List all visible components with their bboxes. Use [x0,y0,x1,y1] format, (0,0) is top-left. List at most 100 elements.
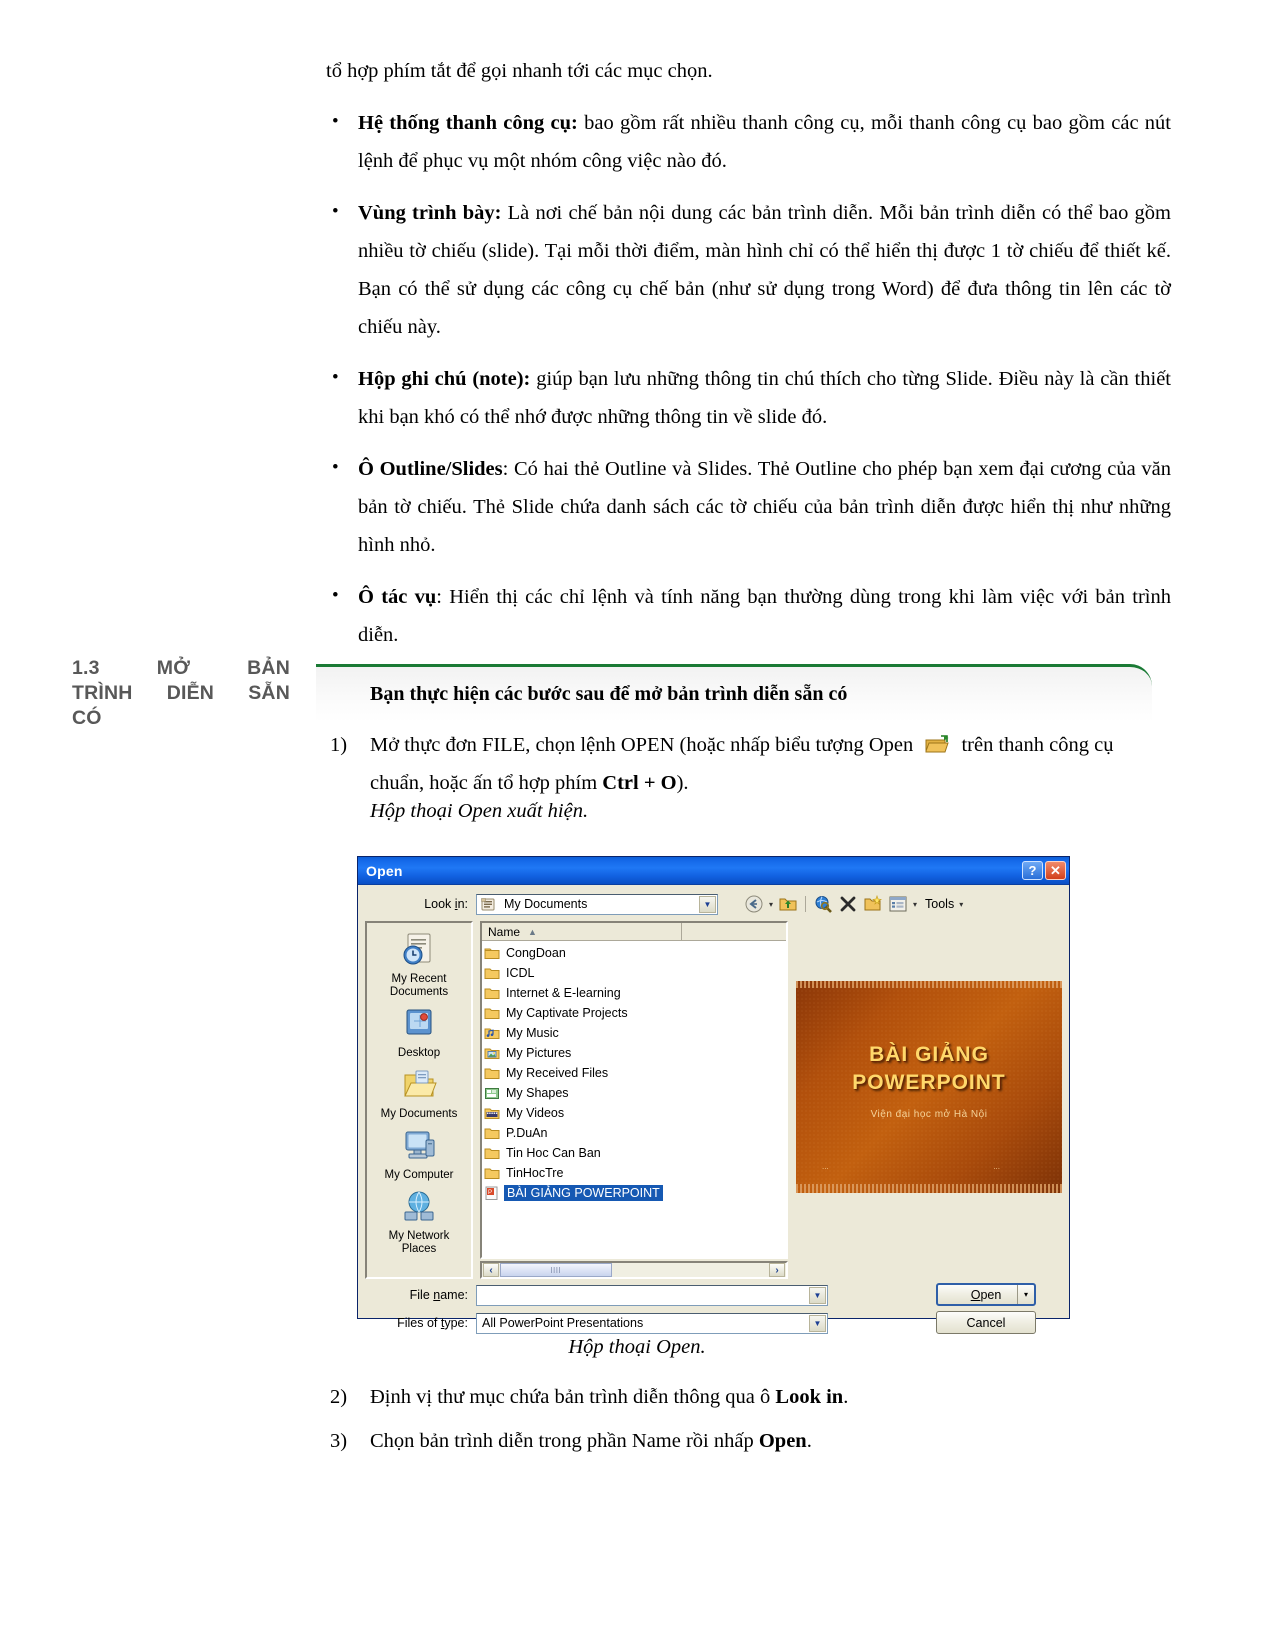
body-text-block: tổ hợp phím tắt để gọi nhanh tới các mục… [326,52,1171,668]
step-item: 2) Định vị thư mục chứa bản trình diễn th… [326,1378,1171,1416]
step-number: 1) [330,734,348,756]
slide-title-line1: BÀI GIẢNG [869,1043,989,1066]
close-button[interactable]: ✕ [1045,861,1066,880]
cancel-button[interactable]: Cancel [936,1311,1036,1334]
look-in-row: Look in: My Documents ▼ [358,891,1071,917]
powerpoint-file-icon: P [484,1186,500,1200]
desktop-icon [398,1009,440,1046]
open-split-caret-icon[interactable]: ▾ [1017,1285,1034,1304]
step-text-tail: ). [676,772,689,794]
file-row-icdl[interactable]: ICDL [484,963,786,983]
file-list-horizontal-scrollbar[interactable]: ‹ llll › [480,1261,788,1279]
shapes-folder-icon [484,1086,500,1100]
file-list[interactable]: Name ▲ CongDoan ICDL Internet & E-learni… [480,921,788,1259]
section-heading-line1: 1.3 MỞ BẢN [72,656,290,681]
file-row-my-pictures[interactable]: My Pictures [484,1043,786,1063]
place-item-desktop[interactable]: Desktop [367,1005,471,1060]
place-item-my-computer[interactable]: My Computer [367,1127,471,1182]
dialog-titlebar[interactable]: Open ? ✕ [358,857,1069,885]
file-row-my-music[interactable]: My Music [484,1023,786,1043]
places-bar: My Recent Documents Desktop My Documents [365,921,473,1279]
file-list-rows: CongDoan ICDL Internet & E-learning My C… [482,941,786,1203]
step-text-tail: . [806,1430,812,1452]
file-type-combobox[interactable]: All PowerPoint Presentations ▼ [476,1312,828,1334]
column-header-blank[interactable] [682,923,785,941]
file-row-pduan[interactable]: P.DuAn [484,1123,786,1143]
file-row-my-shapes[interactable]: My Shapes [484,1083,786,1103]
file-name: My Music [506,1026,559,1040]
file-row-tin-hoc-can-ban[interactable]: Tin Hoc Can Ban [484,1143,786,1163]
chevron-down-icon[interactable]: ▼ [809,1314,826,1332]
back-dropdown-caret-icon[interactable]: ▾ [769,900,773,909]
file-name: My Captivate Projects [506,1006,628,1020]
file-name: CongDoan [506,946,566,960]
my-computer-icon [398,1131,440,1168]
place-label-line1: Desktop [397,1047,441,1059]
place-item-my-recent-documents[interactable]: My Recent Documents [367,931,471,999]
scroll-left-button[interactable]: ‹ [483,1263,499,1277]
place-item-my-documents[interactable]: My Documents [367,1066,471,1121]
file-name-row: File name: ▼ [358,1283,828,1307]
up-one-level-icon[interactable] [778,894,798,914]
look-in-label-post: n: [457,897,468,911]
step-number: 2) [330,1386,348,1408]
section-number: 1.3 [72,657,100,679]
file-row-congdoan[interactable]: CongDoan [484,943,786,963]
slide-subtitle: Viện đại học mở Hà Nội [870,1109,988,1120]
open-button-label: Open [971,1288,1002,1302]
bullet-term: Hộp ghi chú (note): [358,368,531,390]
step-shortcut: Ctrl + O [602,772,677,794]
views-icon[interactable] [888,894,908,914]
section-title-word: BẢN [247,657,290,679]
chevron-down-icon[interactable]: ▼ [809,1286,826,1304]
scroll-right-button[interactable]: › [769,1263,785,1277]
tools-dropdown-caret-icon[interactable]: ▾ [959,900,963,909]
search-web-icon[interactable] [813,894,833,914]
file-row-internet-elearning[interactable]: Internet & E-learning [484,983,786,1003]
file-name: BÀI GIẢNG POWERPOINT [504,1185,663,1201]
chevron-down-icon[interactable]: ▼ [699,895,716,913]
folder-icon [484,1126,500,1140]
file-name-input[interactable]: ▼ [476,1284,828,1306]
file-row-bai-giang-powerpoint[interactable]: P BÀI GIẢNG POWERPOINT [484,1183,786,1203]
views-dropdown-caret-icon[interactable]: ▾ [913,900,917,909]
open-button[interactable]: Open ▾ [936,1283,1036,1306]
file-row-my-captivate-projects[interactable]: My Captivate Projects [484,1003,786,1023]
file-row-my-videos[interactable]: My Videos [484,1103,786,1123]
my-documents-icon [481,897,496,911]
preview-pane: BÀI GIẢNG POWERPOINT Viện đại học mở Hà … [796,955,1062,1225]
file-list-header: Name ▲ [482,923,786,941]
my-network-places-icon [398,1191,440,1229]
back-navigate-icon[interactable] [744,894,764,914]
list-item: Hộp ghi chú (note): giúp bạn lưu những t… [326,359,1171,436]
tools-menu-label[interactable]: Tools [925,897,954,911]
place-item-my-network-places[interactable]: My Network Places [367,1188,471,1256]
file-name: My Videos [506,1106,565,1120]
svg-text:P: P [488,1190,492,1196]
file-row-tinhoctre[interactable]: TinHocTre [484,1163,786,1183]
look-in-combobox[interactable]: My Documents ▼ [476,893,718,915]
column-header-name[interactable]: Name ▲ [482,923,682,941]
slide-bottom-band [796,1184,1062,1193]
file-name: TinHocTre [506,1166,564,1180]
step-text-pre: Chọn bản trình diễn trong phần Name rồi … [370,1430,759,1452]
slide-preview: BÀI GIẢNG POWERPOINT Viện đại học mở Hà … [796,981,1062,1193]
look-in-value: My Documents [504,897,588,911]
open-dialog: Open ? ✕ Look in: My Documents ▼ ▾ ▾ Too… [357,856,1071,1334]
step-text-pre: Định vị thư mục chứa bản trình diễn thôn… [370,1386,776,1408]
step-emphasis: Look in [775,1386,844,1408]
delete-icon[interactable] [838,894,858,914]
step-item: 1) Mở thực đơn FILE, chọn lệnh OPEN (hoặ… [326,726,1171,802]
step-item: 3) Chọn bản trình diễn trong phần Name rồ… [326,1422,1171,1460]
folder-icon [484,1066,500,1080]
steps-before-figure: 1) Mở thực đơn FILE, chọn lệnh OPEN (hoặ… [326,726,1171,808]
file-row-my-received-files[interactable]: My Received Files [484,1063,786,1083]
slide-title-line2: POWERPOINT [852,1071,1006,1094]
folder-icon [484,1166,500,1180]
look-in-label: Look in: [358,897,476,911]
help-button[interactable]: ? [1022,861,1043,880]
dialog-toolbar: ▾ ▾ Tools ▾ [744,891,963,917]
scrollbar-thumb[interactable]: llll [500,1263,612,1277]
create-new-folder-icon[interactable] [863,894,883,914]
file-type-label: Files of type: [358,1316,476,1330]
